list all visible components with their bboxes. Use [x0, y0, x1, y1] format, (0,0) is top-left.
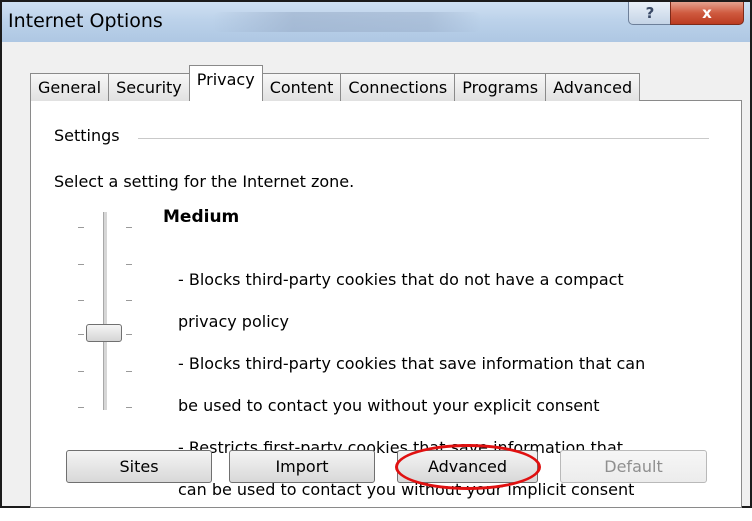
default-button-label: Default	[604, 457, 663, 476]
settings-group-label: Settings	[54, 126, 120, 145]
tab-security-label: Security	[116, 78, 182, 97]
description-line: - Blocks third-party cookies that do not…	[178, 270, 624, 289]
slider-tick	[126, 300, 132, 301]
title-bar: Internet Options ? x	[2, 2, 750, 42]
close-icon: x	[702, 4, 712, 22]
slider-tick	[126, 227, 132, 228]
tab-connections-label: Connections	[348, 78, 448, 97]
close-button[interactable]: x	[670, 2, 744, 25]
tab-general-label: General	[38, 78, 102, 97]
import-button-label: Import	[275, 457, 329, 476]
settings-group-divider	[138, 138, 709, 139]
slider-tick	[78, 264, 84, 265]
tab-privacy-label: Privacy	[196, 70, 255, 89]
help-icon: ?	[645, 4, 655, 22]
tab-privacy[interactable]: Privacy	[188, 65, 263, 101]
privacy-level-title: Medium	[163, 207, 240, 227]
tab-advanced-label: Advanced	[553, 78, 633, 97]
import-button[interactable]: Import	[229, 450, 375, 483]
sites-button[interactable]: Sites	[66, 450, 212, 483]
tab-advanced[interactable]: Advanced	[545, 73, 641, 101]
help-button[interactable]: ?	[628, 2, 672, 25]
tab-programs-label: Programs	[462, 78, 539, 97]
title-bar-background-blur	[212, 12, 482, 32]
tab-connections[interactable]: Connections	[340, 73, 456, 101]
slider-tick	[78, 227, 84, 228]
sites-button-label: Sites	[119, 457, 159, 476]
tab-security[interactable]: Security	[108, 73, 190, 101]
slider-tick	[78, 371, 84, 372]
description-line: - Blocks third-party cookies that save i…	[178, 354, 646, 373]
advanced-button[interactable]: Advanced	[397, 450, 538, 483]
slider-tick	[78, 334, 84, 335]
tab-general[interactable]: General	[30, 73, 110, 101]
tab-programs[interactable]: Programs	[454, 73, 547, 101]
default-button: Default	[560, 450, 707, 483]
zone-instruction: Select a setting for the Internet zone.	[54, 172, 355, 191]
slider-tick	[126, 407, 132, 408]
slider-track[interactable]	[103, 212, 108, 410]
slider-tick	[126, 334, 132, 335]
tab-strip: General Security Privacy Content Connect…	[30, 65, 641, 101]
slider-tick	[126, 264, 132, 265]
window-title: Internet Options	[8, 10, 163, 32]
tab-content[interactable]: Content	[261, 73, 342, 101]
slider-tick	[78, 300, 84, 301]
slider-tick	[126, 371, 132, 372]
slider-tick	[78, 407, 84, 408]
description-line: be used to contact you without your expl…	[178, 396, 600, 415]
slider-thumb[interactable]	[86, 324, 122, 342]
tab-content-label: Content	[269, 78, 334, 97]
advanced-button-label: Advanced	[427, 457, 508, 476]
description-line: privacy policy	[178, 312, 289, 331]
